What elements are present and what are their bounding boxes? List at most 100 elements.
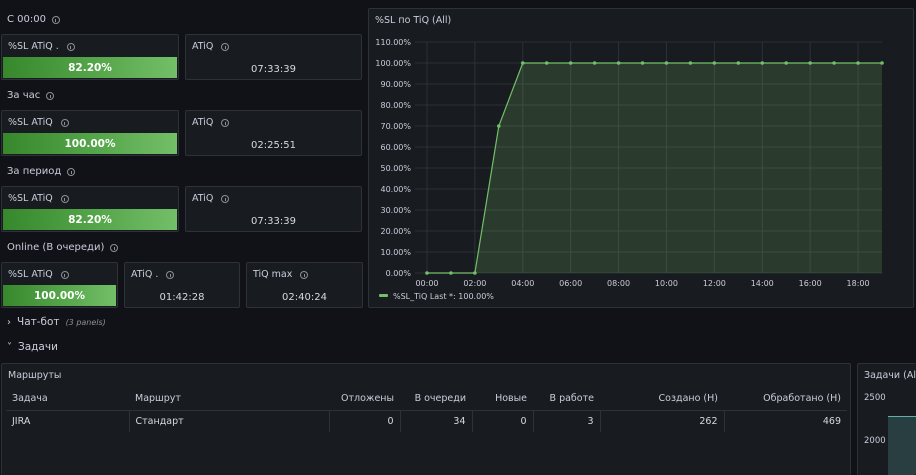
y-tick-label: 50.00%	[380, 164, 411, 173]
info-icon[interactable]	[221, 42, 230, 51]
stat-panel-atiq-2[interactable]: ATiQ 02:25:51	[185, 110, 362, 156]
data-point	[520, 61, 525, 65]
routes-table: Задача Маршрут Отложены В очереди Новые …	[6, 388, 847, 432]
cell-task: JIRA	[6, 410, 130, 432]
info-icon[interactable]	[67, 167, 76, 176]
col-route[interactable]: Маршрут	[129, 388, 329, 411]
stat-value: 07:33:39	[251, 216, 296, 227]
data-point	[736, 61, 741, 65]
data-point	[544, 61, 549, 65]
col-task[interactable]: Задача	[6, 388, 129, 411]
tasks-chart-panel[interactable]: Задачи (All) 2500 2000	[857, 363, 916, 475]
y-tick-label: 2500	[864, 393, 886, 403]
y-tick-label: 80.00%	[380, 101, 411, 110]
panel-title: %SL ATiQ	[8, 269, 53, 280]
table-row[interactable]: JIRA Стандарт 0 34 0 3 262 469	[6, 410, 847, 432]
info-icon[interactable]	[51, 15, 60, 24]
y-tick-label: 10.00%	[380, 248, 411, 257]
x-tick-label: 04:00	[511, 279, 534, 288]
x-tick-label: 00:00	[415, 279, 438, 288]
routes-panel[interactable]: Маршруты Задача Маршрут Отложены В очере…	[1, 363, 851, 475]
data-point	[449, 271, 453, 275]
data-point	[425, 271, 429, 275]
y-tick-label: 60.00%	[380, 143, 411, 152]
section-title-per-period: За период	[7, 166, 76, 177]
stat-value: 01:42:28	[159, 292, 205, 303]
routes-panel-title: Маршруты	[8, 370, 62, 381]
info-icon[interactable]	[46, 91, 55, 100]
stat-value: 02:40:24	[282, 292, 327, 303]
y-tick-label: 0.00%	[386, 269, 412, 278]
section-title-since-midnight: С 00:00	[7, 14, 60, 25]
info-icon[interactable]	[221, 118, 230, 127]
stat-panel-sl-atiq-1[interactable]: %SL ATiQ . 82.20%	[1, 34, 179, 80]
stat-value: 02:25:51	[251, 140, 296, 151]
col-postponed[interactable]: Отложены	[329, 388, 400, 411]
data-point	[497, 124, 501, 128]
table-header-row: Задача Маршрут Отложены В очереди Новые …	[6, 388, 847, 411]
data-point	[592, 61, 597, 65]
info-icon[interactable]	[166, 270, 175, 279]
data-point	[832, 61, 836, 65]
stat-panel-atiq-1[interactable]: ATiQ 07:33:39	[185, 34, 362, 80]
panel-title: %SL ATiQ	[8, 193, 53, 204]
stat-panel-sl-atiq-3[interactable]: %SL ATiQ 82.20%	[1, 186, 179, 232]
row-chatbot[interactable]: › Чат-бот (3 panels)	[7, 316, 106, 328]
cell-in-work: 3	[533, 410, 601, 432]
tasks-panel-title: Задачи (All)	[864, 370, 916, 381]
stat-panel-atiq-3[interactable]: ATiQ 07:33:39	[185, 186, 362, 232]
y-tick-label: 90.00%	[380, 80, 411, 89]
x-tick-label: 16:00	[799, 279, 822, 288]
info-icon[interactable]	[221, 194, 230, 203]
col-in-work[interactable]: В работе	[533, 388, 600, 411]
legend-swatch	[379, 294, 388, 297]
cell-new: 0	[472, 410, 534, 432]
data-point	[856, 61, 860, 65]
stat-value: 07:33:39	[251, 64, 296, 75]
cell-processed: 469	[822, 415, 841, 427]
y-tick-label: 110.00%	[375, 38, 411, 47]
x-tick-label: 10:00	[655, 279, 678, 288]
info-icon[interactable]	[60, 118, 69, 127]
y-tick-label: 30.00%	[380, 206, 411, 215]
panel-title: %SL ATiQ	[8, 117, 53, 128]
col-in-queue[interactable]: В очереди	[400, 388, 472, 411]
x-tick-label: 02:00	[463, 279, 486, 288]
row-tasks[interactable]: ˅ Задачи	[7, 341, 58, 353]
col-created[interactable]: Создано (H)	[600, 388, 724, 411]
stat-panel-atiq-4[interactable]: ATiQ . 01:42:28	[124, 262, 240, 308]
stat-value-bar: 100.00%	[3, 285, 116, 306]
panel-title: ATiQ .	[131, 269, 159, 280]
info-icon[interactable]	[60, 270, 69, 279]
info-icon[interactable]	[300, 270, 309, 279]
info-icon[interactable]	[110, 243, 119, 252]
x-tick-label: 08:00	[607, 279, 630, 288]
panel-title: %SL ATiQ .	[8, 41, 59, 52]
info-icon[interactable]	[66, 42, 75, 51]
stat-panel-sl-atiq-2[interactable]: %SL ATiQ 100.00%	[1, 110, 179, 156]
data-point	[640, 61, 645, 65]
chevron-down-icon: ˅	[7, 342, 12, 353]
data-point	[664, 61, 669, 65]
data-point	[568, 61, 573, 65]
data-point	[473, 271, 477, 275]
y-tick-label: 100.00%	[375, 59, 411, 68]
data-point	[880, 61, 884, 65]
info-icon[interactable]	[60, 194, 69, 203]
stat-panel-tiq-max[interactable]: TiQ max 02:40:24	[246, 262, 363, 308]
x-tick-label: 06:00	[559, 279, 582, 288]
stat-value-bar: 82.20%	[3, 57, 177, 78]
stat-value-bar: 82.20%	[3, 209, 177, 230]
panel-title: TiQ max	[253, 269, 293, 280]
x-tick-label: 12:00	[703, 279, 726, 288]
cell-in-queue: 34	[400, 410, 473, 432]
col-new[interactable]: Новые	[472, 388, 533, 411]
chart-panel-sl-tiq[interactable]: %SL по TiQ (All) 0.00% 10.00% 20.00% 30.00%…	[368, 8, 914, 308]
panel-title: ATiQ	[192, 193, 214, 204]
stat-panel-sl-atiq-4[interactable]: %SL ATiQ 100.00%	[1, 262, 118, 308]
stat-value-bar: 100.00%	[3, 133, 177, 154]
tasks-area	[888, 416, 916, 475]
col-processed[interactable]: Обработано (H)	[724, 388, 847, 411]
data-point	[784, 61, 789, 65]
y-tick-label: 40.00%	[380, 185, 411, 194]
